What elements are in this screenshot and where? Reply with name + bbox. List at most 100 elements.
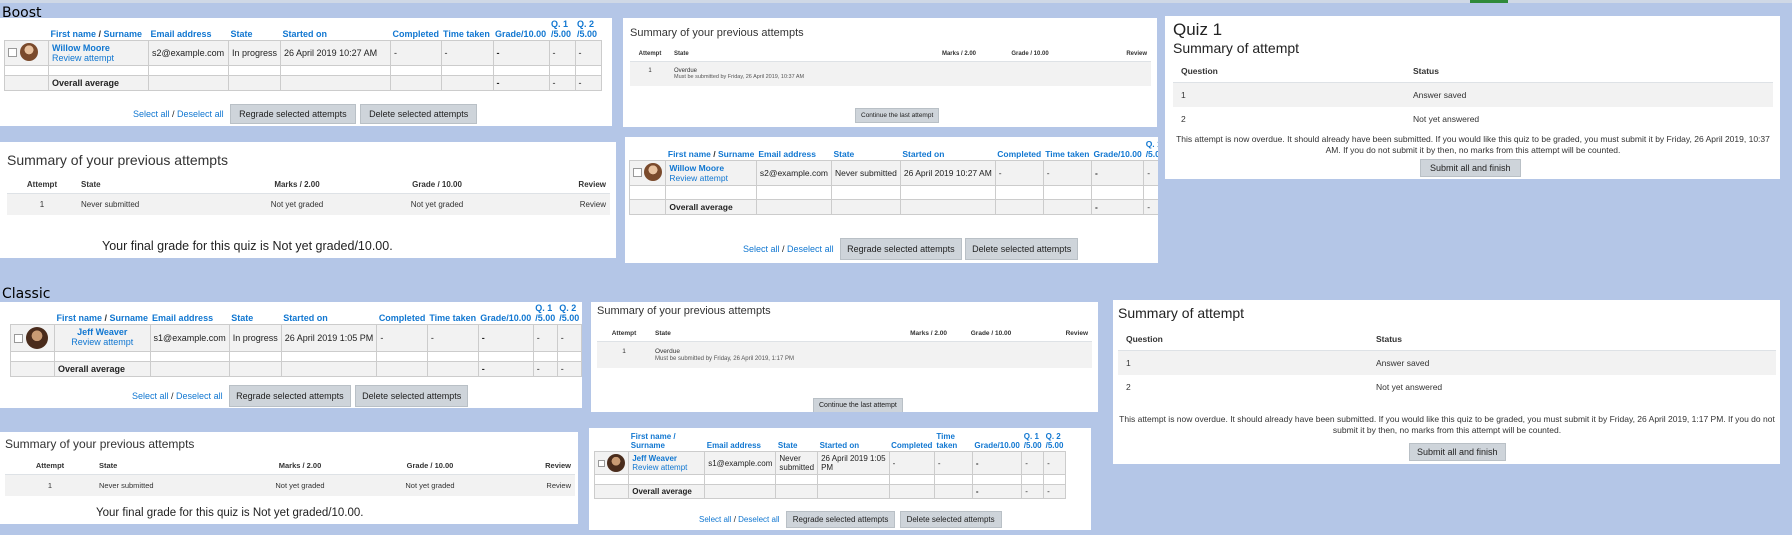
delete-button[interactable]: Delete selected attempts	[899, 511, 1002, 528]
row-select-cell	[628, 160, 667, 186]
q1-label: Q. 1	[1023, 432, 1039, 441]
col-q1[interactable]: Q. 1/5.00	[1022, 431, 1044, 452]
review-attempt-link[interactable]: Review attempt	[669, 173, 728, 183]
avg-q2-cell: -	[1043, 484, 1066, 499]
delete-button[interactable]: Delete selected attempts	[965, 238, 1079, 260]
user-name-link[interactable]: Willow Moore	[52, 43, 110, 53]
regrade-button[interactable]: Regrade selected attempts	[230, 104, 356, 124]
col-state[interactable]: State	[229, 18, 281, 41]
col-state[interactable]: State	[832, 138, 901, 161]
name-cell: Jeff Weaver Review attempt	[54, 324, 151, 352]
col-timetaken[interactable]: Time taken	[934, 431, 972, 452]
spacer-row	[628, 185, 1158, 200]
col-grade[interactable]: Grade/10.00	[478, 302, 533, 325]
user-name-link[interactable]: Jeff Weaver	[632, 454, 677, 463]
grade-cell: -	[477, 324, 534, 352]
review-attempt-link[interactable]: Review attempt	[71, 337, 133, 347]
col-grade[interactable]: Grade/10.00	[493, 18, 549, 41]
col-timetaken[interactable]: Time taken	[1043, 138, 1091, 161]
timetaken-cell: -	[1042, 160, 1092, 186]
avatar[interactable]	[25, 327, 48, 349]
col-q1[interactable]: Q. 1/5.00	[533, 302, 557, 325]
col-started[interactable]: Started on	[281, 18, 391, 41]
user-name-link[interactable]: Jeff Weaver	[77, 327, 127, 337]
regrade-button[interactable]: Regrade selected attempts	[785, 511, 896, 528]
delete-button[interactable]: Delete selected attempts	[355, 385, 469, 407]
col-completed[interactable]: Completed	[391, 18, 442, 41]
col-email[interactable]: Email address	[705, 431, 776, 452]
sort-firstname-link[interactable]: First name	[668, 149, 711, 159]
col-completed[interactable]: Completed	[995, 138, 1043, 161]
col-state[interactable]: State	[776, 431, 818, 452]
user-name-link[interactable]: Willow Moore	[669, 163, 724, 173]
regrade-button[interactable]: Regrade selected attempts	[229, 385, 351, 407]
select-all-link[interactable]: Select all	[699, 515, 731, 524]
attempt-state: Never submitted	[77, 193, 237, 215]
deselect-all-link[interactable]: Deselect all	[738, 515, 779, 524]
col-grade: Grade / 10.00	[357, 176, 517, 194]
row-checkbox[interactable]	[598, 459, 605, 467]
col-timetaken[interactable]: Time taken	[441, 18, 493, 41]
delete-button[interactable]: Delete selected attempts	[360, 104, 478, 124]
select-all-link[interactable]: Select all	[132, 391, 169, 401]
submit-all-and-finish-button[interactable]: Submit all and finish	[1420, 159, 1521, 177]
avg-grade-cell: -	[971, 484, 1023, 499]
col-q2[interactable]: Q. 2/5.00	[1044, 431, 1066, 452]
col-started[interactable]: Started on	[281, 302, 377, 325]
avatar[interactable]	[607, 454, 626, 472]
row-checkbox[interactable]	[14, 333, 23, 343]
row-checkbox[interactable]	[633, 167, 642, 177]
question-status-table: Question Status 1 Answer saved 2 Not yet…	[1173, 60, 1773, 131]
review-attempt-link[interactable]: Review attempt	[632, 463, 687, 472]
summary-of-attempt-title: Summary of attempt	[1173, 40, 1300, 56]
col-q1[interactable]: Q. 1/5.00	[549, 18, 575, 41]
col-email[interactable]: Email address	[150, 302, 229, 325]
deselect-all-link[interactable]: Deselect all	[787, 244, 834, 254]
attempts-table: Attempt State Marks / 2.00 Grade / 10.00…	[597, 326, 1092, 368]
deselect-all-link[interactable]: Deselect all	[176, 391, 223, 401]
q1-label: Q. 1	[551, 19, 569, 29]
review-link[interactable]: Review	[517, 193, 610, 215]
continue-last-attempt-button[interactable]: Continue the last attempt	[855, 108, 940, 123]
col-q2[interactable]: Q. 2/5.00	[557, 302, 581, 325]
col-timetaken[interactable]: Time taken	[427, 302, 478, 325]
sort-firstname-link[interactable]: First name	[57, 313, 103, 323]
sort-firstname-link[interactable]: First name	[51, 29, 97, 39]
col-email[interactable]: Email address	[756, 138, 831, 161]
question-link-2[interactable]: 2	[1173, 107, 1405, 131]
select-all-link[interactable]: Select all	[133, 109, 170, 119]
col-started[interactable]: Started on	[818, 431, 890, 452]
continue-last-attempt-button[interactable]: Continue the last attempt	[813, 398, 903, 412]
table-row: 1 Answer saved	[1118, 350, 1776, 375]
sort-surname-link[interactable]: Surname	[104, 29, 143, 39]
question-link-1[interactable]: 1	[1173, 82, 1405, 107]
col-email[interactable]: Email address	[149, 18, 229, 41]
deselect-all-link[interactable]: Deselect all	[177, 109, 224, 119]
sort-surname-link[interactable]: Surname	[110, 313, 149, 323]
review-attempt-link[interactable]: Review attempt	[52, 53, 114, 63]
avatar[interactable]	[644, 163, 663, 181]
col-completed[interactable]: Completed	[377, 302, 428, 325]
col-state[interactable]: State	[229, 302, 281, 325]
avatar[interactable]	[19, 43, 38, 61]
col-completed[interactable]: Completed	[889, 431, 934, 452]
select-all-link[interactable]: Select all	[743, 244, 780, 254]
question-link-2[interactable]: 2	[1118, 375, 1368, 399]
col-q1[interactable]: Q. 1/5.00	[1144, 138, 1158, 161]
sort-firstname-link[interactable]: First name /	[631, 432, 676, 441]
overall-average-label: Overall average	[628, 484, 706, 499]
submit-all-and-finish-button[interactable]: Submit all and finish	[1409, 443, 1506, 461]
sort-surname-link[interactable]: Surname	[718, 149, 754, 159]
sort-surname-link[interactable]: Surname	[631, 441, 665, 450]
regrade-button[interactable]: Regrade selected attempts	[840, 238, 962, 260]
col-grade[interactable]: Grade/10.00	[972, 431, 1021, 452]
question-link-1[interactable]: 1	[1118, 350, 1368, 375]
row-checkbox[interactable]	[8, 47, 17, 57]
review-link[interactable]: Review	[505, 474, 575, 496]
col-grade[interactable]: Grade/10.00	[1091, 138, 1143, 161]
q1-cell: -	[532, 324, 558, 352]
q2-label: Q. 2	[559, 303, 577, 313]
overall-average-row: Overall average - - -	[10, 361, 582, 377]
col-started[interactable]: Started on	[900, 138, 995, 161]
col-q2[interactable]: Q. 2/5.00	[575, 18, 601, 41]
